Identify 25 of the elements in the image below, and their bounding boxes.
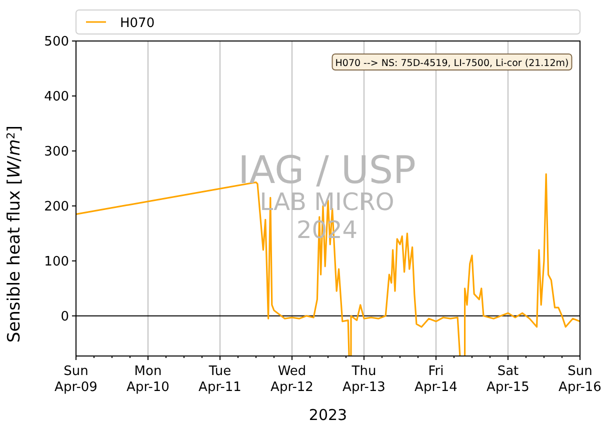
annotation-box: H070 --> NS: 75D-4519, LI-7500, Li-cor (21.12m) [332, 54, 572, 70]
legend-label: H070 [120, 16, 155, 31]
y-tick-mark [72, 95, 76, 96]
x-axis-label: 2023 [308, 406, 348, 424]
y-tick-mark [72, 40, 76, 42]
x-tick-label: Mon Apr-10 [126, 364, 170, 395]
x-tick-label: Tue Apr-11 [198, 364, 242, 395]
x-tick-label: Wed Apr-12 [270, 364, 314, 395]
y-tick-label: 0 [60, 309, 69, 324]
y-tick-mark [72, 260, 76, 262]
x-tick-label: Thu Apr-13 [342, 364, 386, 395]
y-tick-label: 300 [44, 144, 69, 160]
annotation: H070 --> NS: 75D-4519, LI-7500, Li-cor (21.12m) [335, 58, 569, 69]
y-tick-mark [72, 315, 76, 316]
legend-line-icon [86, 21, 106, 23]
x-tick-label: Sat Apr-15 [486, 364, 530, 395]
y-tick-mark [72, 150, 76, 152]
y-tick-mark [72, 205, 76, 206]
y-tick-label: 400 [44, 89, 69, 104]
y-tick-label: 200 [44, 199, 69, 214]
y-tick-label: 100 [44, 254, 69, 270]
x-tick-label: Sun Apr-16 [558, 364, 602, 395]
y-tick-label: 500 [44, 34, 69, 50]
x-tick-label: Fri Apr-14 [414, 364, 458, 395]
x-tick-label: Sun Apr-09 [54, 364, 98, 395]
